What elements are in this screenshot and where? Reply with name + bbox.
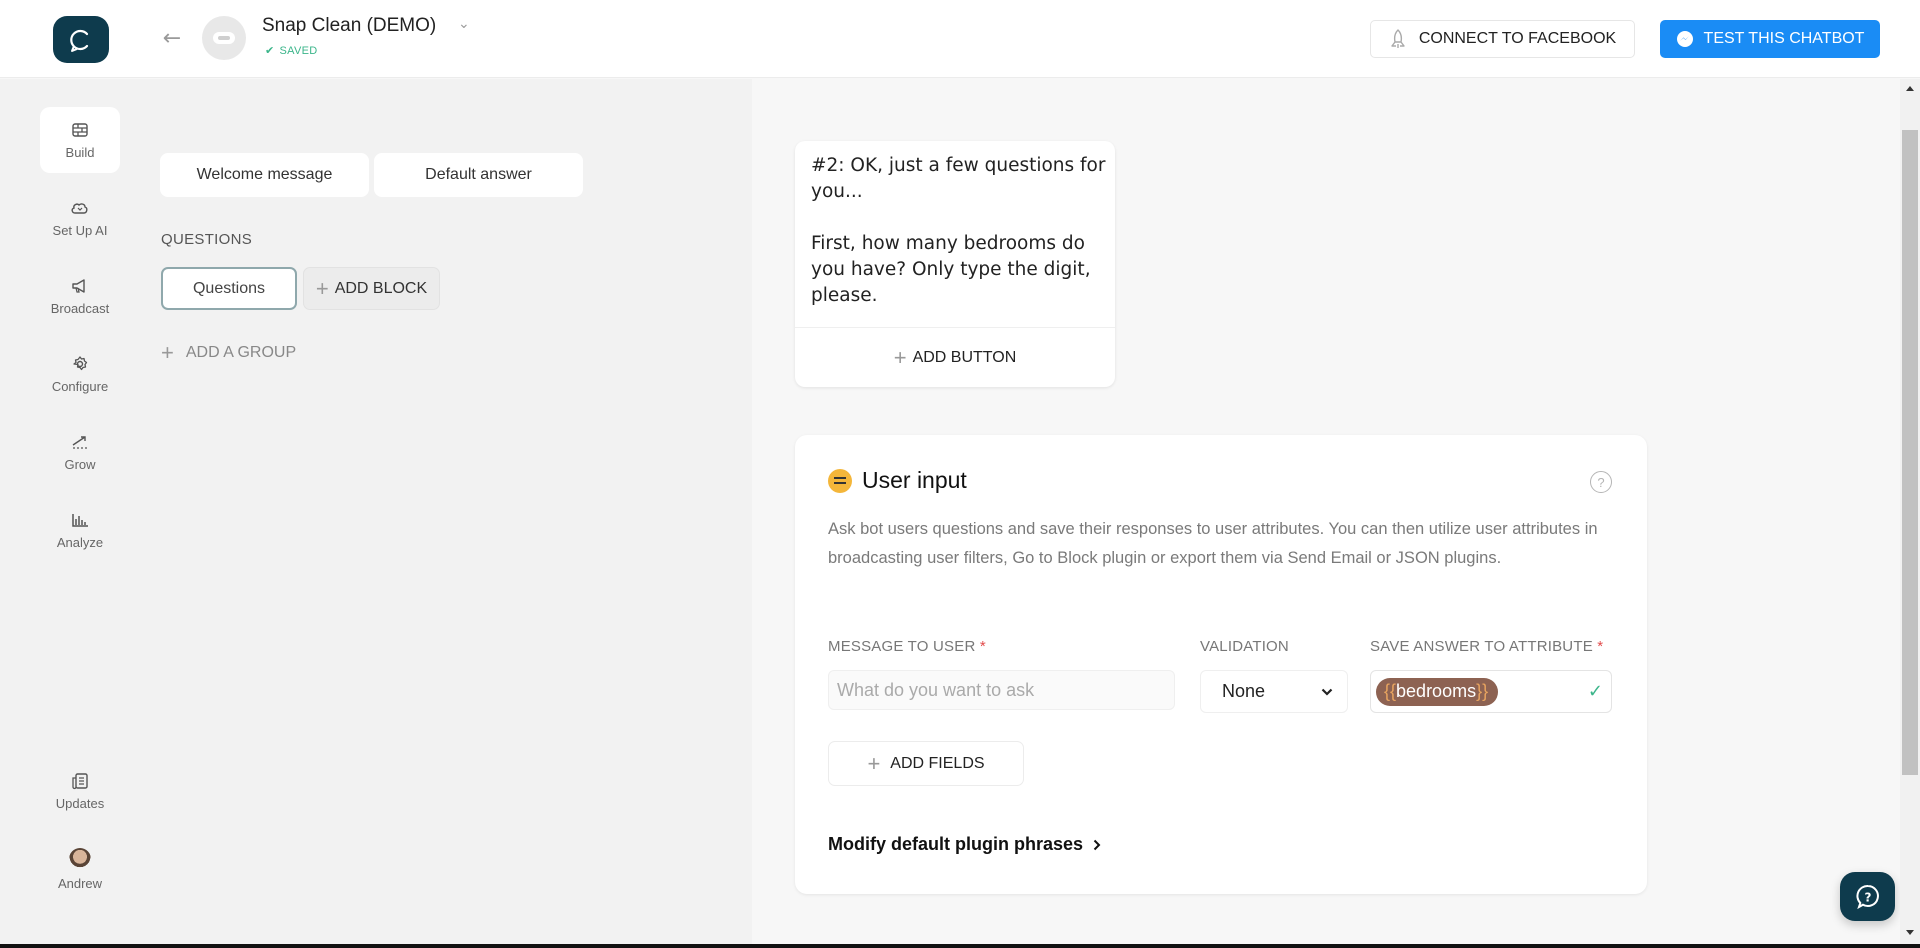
sidebar-item-configure[interactable]: Configure bbox=[40, 341, 120, 407]
bot-avatar bbox=[202, 16, 246, 60]
sidebar-item-label: Set Up AI bbox=[52, 222, 108, 238]
plus-icon: + bbox=[893, 344, 907, 370]
check-icon: ✔ bbox=[265, 45, 275, 57]
connect-to-facebook-button[interactable]: CONNECT TO FACEBOOK bbox=[1370, 20, 1635, 58]
messenger-icon bbox=[1676, 31, 1693, 47]
validation-select[interactable]: None bbox=[1200, 670, 1348, 713]
question-mark-icon[interactable]: ? bbox=[1590, 471, 1612, 493]
scrollbar-thumb[interactable] bbox=[1902, 130, 1918, 775]
test-label: TEST THIS CHATBOT bbox=[1703, 30, 1865, 47]
sidebar-item-build[interactable]: Build bbox=[40, 107, 120, 173]
news-icon bbox=[72, 772, 88, 789]
bot-name[interactable]: Snap Clean (DEMO) bbox=[262, 15, 436, 37]
rocket-icon bbox=[1391, 29, 1405, 48]
message-to-user-label: MESSAGE TO USER * bbox=[828, 638, 986, 655]
save-status: ✔ SAVED bbox=[265, 44, 318, 58]
questions-block[interactable]: Questions bbox=[161, 267, 297, 310]
sidebar-item-label: Configure bbox=[51, 378, 109, 394]
scroll-up-arrow[interactable] bbox=[1906, 86, 1914, 91]
user-input-title: User input bbox=[828, 467, 967, 494]
blocks-panel bbox=[160, 79, 752, 944]
plus-icon: + bbox=[315, 275, 329, 301]
check-icon: ✓ bbox=[1587, 681, 1603, 702]
svg-text:?: ? bbox=[1864, 890, 1871, 904]
group-title: QUESTIONS bbox=[161, 231, 253, 248]
growth-arrow-icon bbox=[72, 435, 87, 449]
scroll-down-arrow[interactable] bbox=[1906, 930, 1914, 935]
sidebar-item-label: Broadcast bbox=[50, 300, 110, 316]
test-chatbot-button[interactable]: TEST THIS CHATBOT bbox=[1660, 20, 1880, 58]
user-avatar bbox=[69, 847, 91, 870]
sidebar-item-label: Updates bbox=[55, 795, 105, 811]
arrow-left-icon: ← bbox=[162, 25, 182, 51]
sidebar-item-updates[interactable]: Updates bbox=[40, 758, 120, 824]
add-group-button[interactable]: + ADD A GROUP bbox=[161, 340, 296, 366]
plus-icon: + bbox=[867, 750, 881, 776]
add-button-button[interactable]: + ADD BUTTON bbox=[795, 328, 1115, 387]
chevron-right-icon bbox=[1093, 839, 1101, 850]
validation-value: None bbox=[1222, 681, 1266, 701]
connect-label: CONNECT TO FACEBOOK bbox=[1418, 30, 1617, 47]
megaphone-icon bbox=[72, 278, 85, 293]
user-input-card: User input ? Ask bot users questions and… bbox=[795, 435, 1647, 894]
window-bottom-edge bbox=[0, 944, 1920, 948]
sidebar-item-label: Andrew bbox=[57, 875, 103, 891]
user-input-icon bbox=[828, 468, 852, 493]
chevron-down-icon bbox=[1321, 688, 1333, 696]
user-input-title-text: User input bbox=[862, 467, 967, 493]
sidebar-item-account[interactable]: Andrew bbox=[40, 836, 120, 902]
add-button-label: ADD BUTTON bbox=[912, 348, 1017, 366]
bot-menu-chevron-down-icon[interactable]: ⌄ bbox=[458, 16, 470, 32]
top-header: ← Snap Clean (DEMO) ⌄ ✔ SAVED CONNECT TO… bbox=[0, 0, 1920, 78]
sidebar-item-analyze[interactable]: Analyze bbox=[40, 497, 120, 563]
sidebar-item-label: Build bbox=[65, 144, 95, 160]
chat-bubble-logo-icon bbox=[70, 29, 89, 52]
modify-phrases-label: Modify default plugin phrases bbox=[828, 834, 1084, 854]
sidebar-item-label: Grow bbox=[64, 456, 96, 472]
brain-icon bbox=[71, 202, 88, 214]
add-block-label: ADD BLOCK bbox=[334, 279, 428, 297]
add-fields-button[interactable]: + ADD FIELDS bbox=[828, 741, 1024, 786]
welcome-message-block[interactable]: Welcome message bbox=[160, 153, 369, 197]
app-logo[interactable] bbox=[53, 16, 109, 63]
bar-chart-icon bbox=[72, 513, 88, 527]
sidebar-item-broadcast[interactable]: Broadcast bbox=[40, 263, 120, 329]
save-status-label: SAVED bbox=[279, 44, 318, 57]
message-text[interactable]: #2: OK, just a few questions for you... … bbox=[811, 153, 1106, 309]
gear-icon bbox=[73, 355, 88, 370]
attribute-input[interactable]: {{bedrooms}} ✓ bbox=[1370, 670, 1612, 713]
add-fields-label: ADD FIELDS bbox=[890, 754, 985, 772]
message-to-user-input[interactable] bbox=[828, 670, 1175, 710]
sidebar-item-grow[interactable]: Grow bbox=[40, 419, 120, 485]
help-chat-button[interactable]: ? bbox=[1840, 872, 1895, 921]
validation-label: VALIDATION bbox=[1200, 638, 1289, 655]
attribute-chip[interactable]: {{bedrooms}} bbox=[1376, 677, 1499, 706]
sidebar-item-set-up-ai[interactable]: Set Up AI bbox=[40, 185, 120, 251]
attribute-label: SAVE ANSWER TO ATTRIBUTE * bbox=[1370, 638, 1604, 655]
sidebar-item-label: Analyze bbox=[56, 534, 104, 550]
user-input-description: Ask bot users questions and save their r… bbox=[828, 520, 1598, 567]
back-button[interactable]: ← bbox=[158, 24, 186, 52]
help-bubble-icon: ? bbox=[1855, 884, 1879, 909]
add-group-label: ADD A GROUP bbox=[185, 344, 297, 361]
attribute-value: bedrooms bbox=[1396, 681, 1477, 701]
text-message-card: #2: OK, just a few questions for you... … bbox=[795, 141, 1115, 387]
plus-icon: + bbox=[161, 340, 174, 365]
bricks-icon bbox=[72, 122, 88, 137]
add-block-button[interactable]: + ADD BLOCK bbox=[303, 267, 440, 310]
default-answer-block[interactable]: Default answer bbox=[374, 153, 583, 197]
modify-plugin-phrases-link[interactable]: Modify default plugin phrases bbox=[828, 834, 1101, 855]
